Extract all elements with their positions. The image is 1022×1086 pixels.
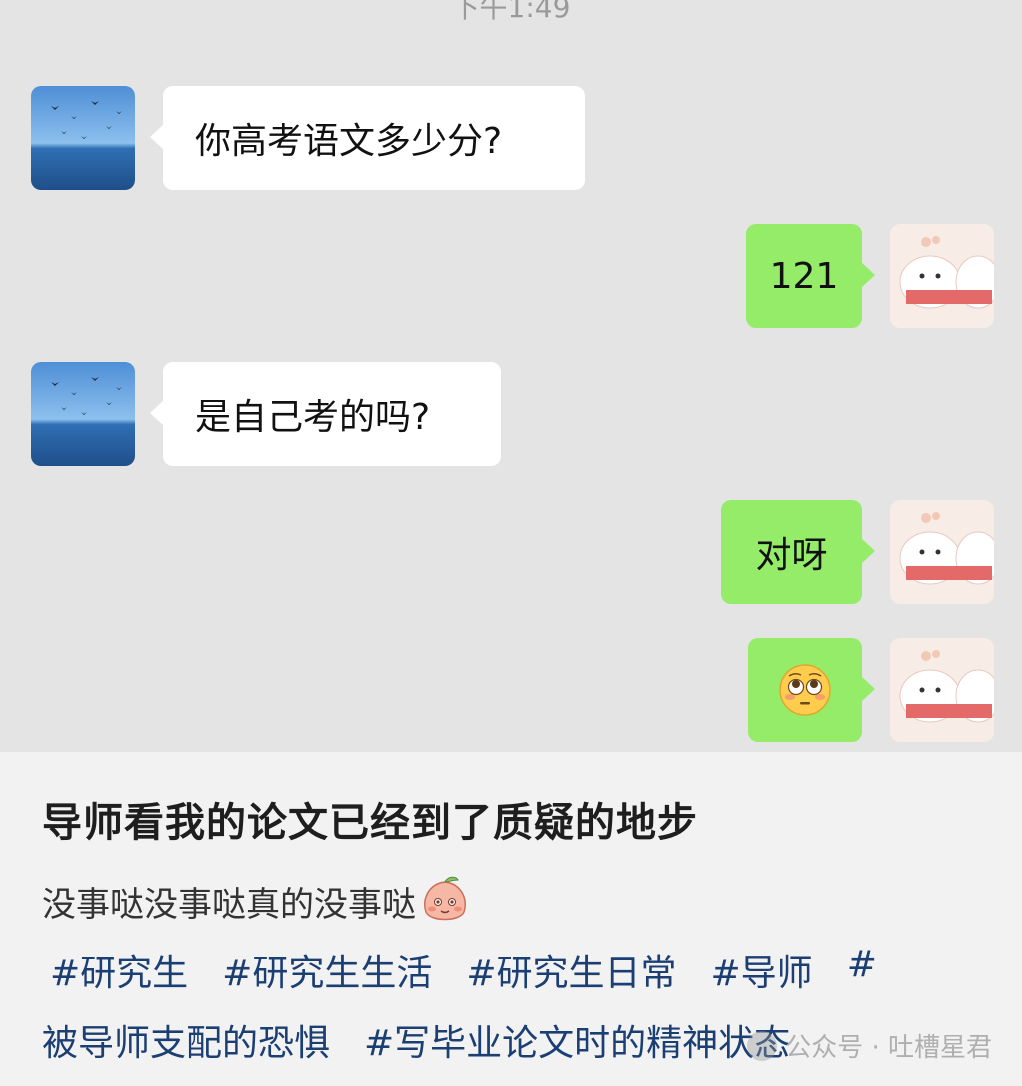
hashtag-row: #研究生 #研究生生活 #研究生日常 #导师 # [50,944,911,996]
contact-avatar[interactable] [31,86,135,190]
flushed-face-emoji [779,664,831,716]
contact-avatar[interactable] [31,362,135,466]
user-avatar[interactable] [890,500,994,604]
hashtag-link[interactable]: #研究生生活 [222,944,432,996]
hashtag-link[interactable]: #导师 [711,944,813,996]
message-text: 121 [769,255,839,297]
watermark-text: 公众号 · 吐槽星君 [785,1033,992,1063]
outgoing-message-bubble[interactable]: 对呀 [721,500,875,604]
post-body-text: 没事哒没事哒真的没事哒 [42,884,416,925]
hashtag-link[interactable]: #研究生 [50,944,188,996]
post-title: 导师看我的论文已经到了质疑的地步 [42,800,698,846]
watermark: 公众号 · 吐槽星君 [747,1027,992,1064]
user-avatar[interactable] [890,638,994,742]
post-body: 没事哒没事哒真的没事哒 [42,874,472,928]
user-avatar[interactable] [890,224,994,328]
hashtag-link[interactable]: #研究生日常 [466,944,676,996]
chat-area: 下午1:49 你高考语文多少分? 121 是自己考的吗? 对呀 [0,0,1022,752]
hashtag-link[interactable]: # [847,944,877,996]
hashtag-link[interactable]: 被导师支配的恐惧 [42,1014,330,1066]
hashtag-link[interactable]: #写毕业论文时的精神状态 [364,1014,790,1066]
outgoing-emoji-bubble[interactable] [748,638,875,742]
message-timestamp: 下午1:49 [451,0,571,24]
peach-blush-emoji [424,876,466,921]
message-text: 你高考语文多少分? [195,121,503,162]
post-content: 导师看我的论文已经到了质疑的地步 没事哒没事哒真的没事哒 #研究生 #研究生生活… [0,752,1022,1086]
wechat-logo-icon [747,1030,778,1061]
incoming-message-bubble[interactable]: 你高考语文多少分? [150,86,585,190]
outgoing-message-bubble[interactable]: 121 [746,224,875,328]
message-text: 是自己考的吗? [195,397,431,438]
incoming-message-bubble[interactable]: 是自己考的吗? [150,362,501,466]
hashtag-row: 被导师支配的恐惧 #写毕业论文时的精神状态 [42,1014,824,1066]
message-text: 对呀 [755,535,828,576]
